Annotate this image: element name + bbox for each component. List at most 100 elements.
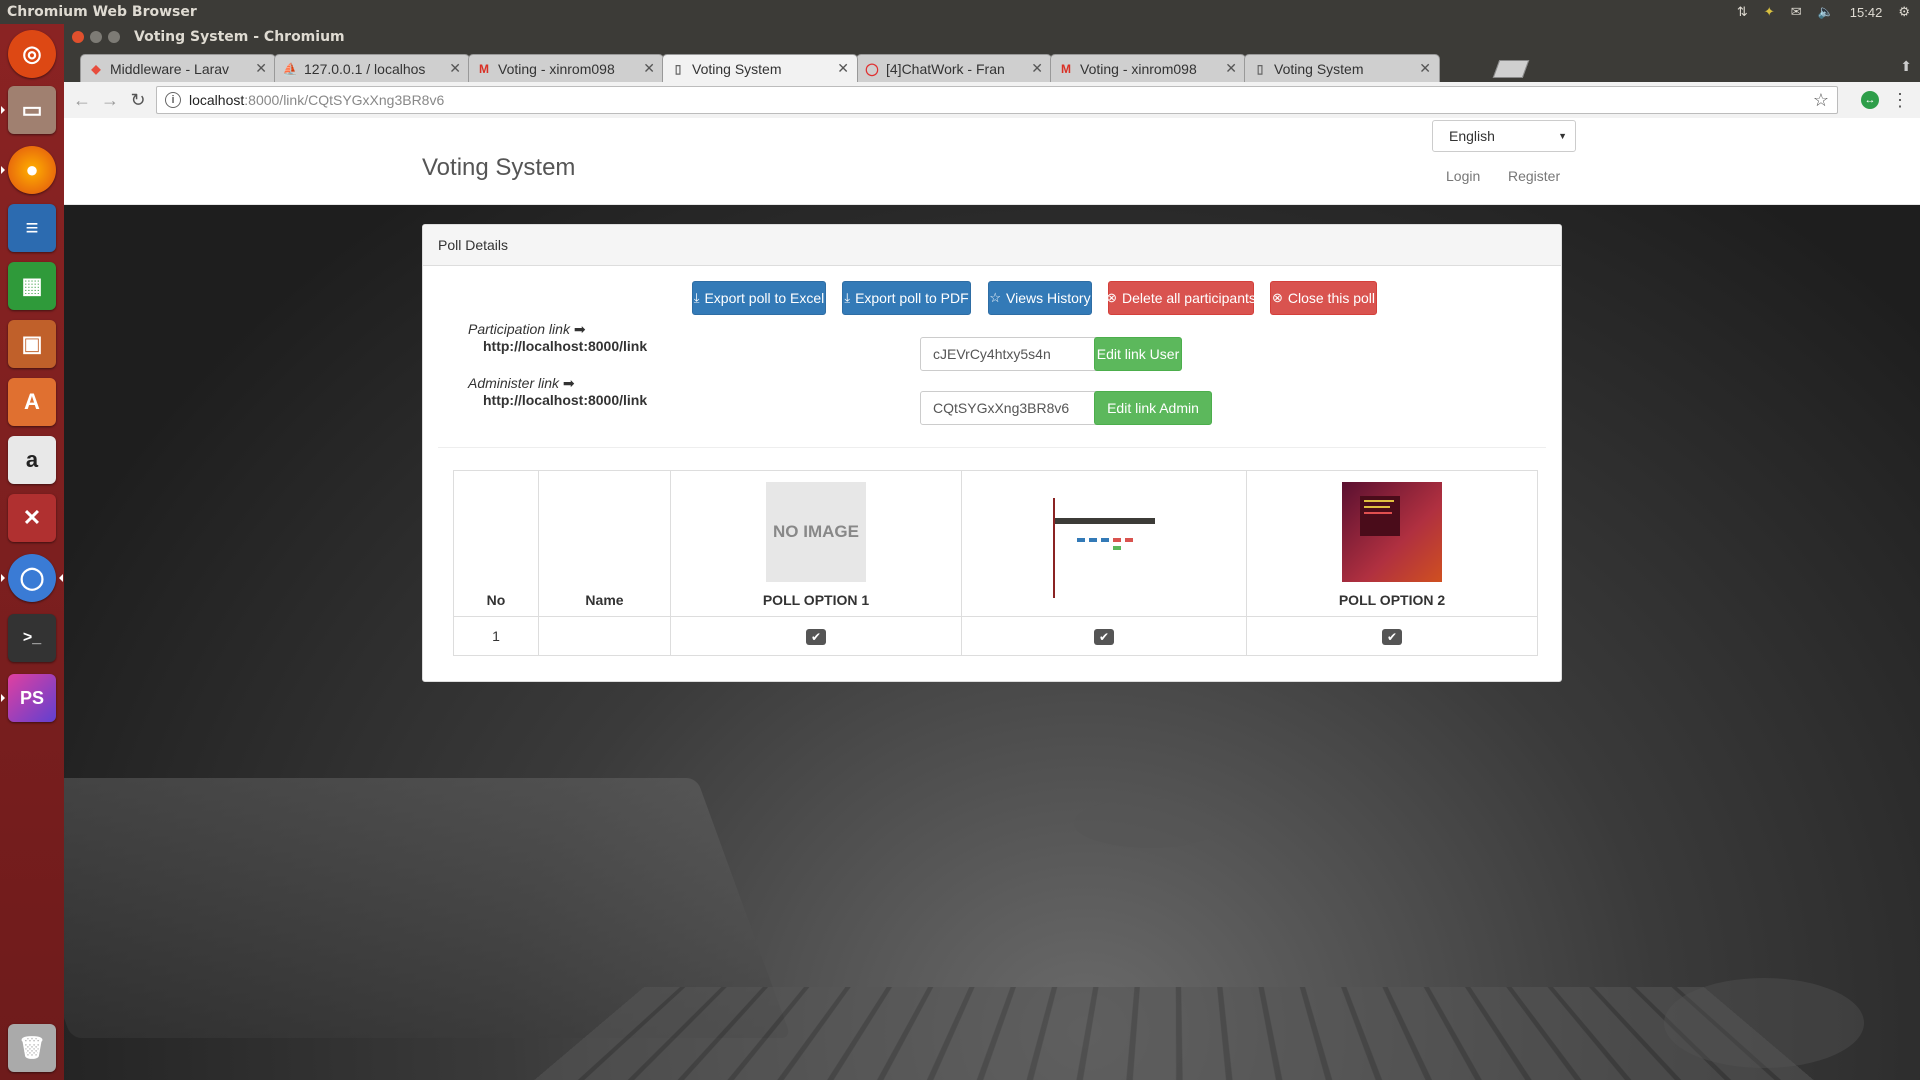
chromium-icon[interactable]: ◯: [1, 554, 63, 602]
amazon-icon[interactable]: a: [8, 436, 56, 484]
trash-icon[interactable]: 🗑: [8, 1024, 56, 1072]
active-app-name: Chromium Web Browser: [7, 4, 197, 20]
divider: [438, 447, 1546, 448]
close-tab-icon[interactable]: ✕: [255, 60, 267, 77]
check-icon: ✔: [1094, 628, 1114, 645]
chatwork-icon: ◯: [865, 61, 879, 76]
language-select[interactable]: English ▼: [1432, 120, 1576, 152]
option-label: POLL OPTION 2: [1338, 592, 1446, 608]
tab-label: Voting System: [692, 60, 782, 77]
tab[interactable]: ▯ Voting System ✕: [1244, 54, 1440, 82]
firefox-icon[interactable]: ●: [1, 146, 56, 194]
administer-link-url: http://localhost:8000/link: [483, 392, 648, 408]
edit-link-admin-button[interactable]: Edit link Admin: [1094, 391, 1212, 425]
status-indicator-icon[interactable]: ✦: [1764, 4, 1775, 20]
button-label: Delete all participants: [1122, 290, 1256, 306]
forward-arrow-icon[interactable]: →: [98, 88, 122, 112]
administer-link-label: Administer link ➡: [468, 375, 575, 391]
tab[interactable]: M Voting - xinrom098 ✕: [1050, 54, 1246, 82]
ubuntu-dash-icon[interactable]: ◎: [8, 30, 56, 78]
software-center-icon[interactable]: A: [8, 378, 56, 426]
button-label: Edit link User: [1096, 346, 1180, 362]
cell-no: 1: [453, 616, 539, 656]
info-icon[interactable]: i: [165, 92, 181, 108]
system-tray: ⇅ ✦ ✉ 🔈 15:42 ⚙: [1737, 4, 1920, 20]
maximize-window-button[interactable]: [108, 31, 120, 43]
close-tab-icon[interactable]: ✕: [1419, 60, 1431, 77]
site-brand[interactable]: Voting System: [422, 154, 575, 182]
close-tab-icon[interactable]: ✕: [1225, 60, 1237, 77]
cell-name: [538, 616, 671, 656]
remove-circle-icon: ⊗: [1106, 290, 1118, 305]
cell-vote: ✔: [961, 616, 1247, 656]
tab[interactable]: M Voting - xinrom098 ✕: [468, 54, 664, 82]
network-icon[interactable]: ⇅: [1737, 4, 1748, 20]
minimize-window-button[interactable]: [90, 31, 102, 43]
button-label: Views History: [1006, 290, 1091, 306]
site-navbar: Voting System English ▼ Login Register: [64, 118, 1920, 205]
window-title: Voting System - Chromium: [134, 29, 345, 45]
writer-icon[interactable]: ≡: [8, 204, 56, 252]
edit-link-user-button[interactable]: Edit link User: [1094, 337, 1182, 371]
phpmyadmin-icon: ⛵: [282, 61, 298, 76]
close-window-button[interactable]: [72, 31, 84, 43]
profile-icon[interactable]: ⬆: [1900, 58, 1912, 75]
calc-icon[interactable]: ▦: [8, 262, 56, 310]
terminal-icon[interactable]: >_: [8, 614, 56, 662]
arrow-right-icon: ➡: [573, 321, 586, 337]
button-label: Export poll to PDF: [855, 290, 969, 306]
input-value: CQtSYGxXng3BR8v6: [933, 400, 1070, 416]
close-tab-icon[interactable]: ✕: [449, 60, 461, 77]
arrow-right-icon: ➡: [562, 375, 575, 391]
table-row: 1 ✔ ✔ ✔: [453, 616, 1538, 656]
close-poll-button[interactable]: ⊗ Close this poll: [1270, 281, 1377, 315]
extension-icon[interactable]: ↔: [1860, 90, 1880, 110]
export-pdf-button[interactable]: ⤓ Export poll to PDF: [842, 281, 971, 315]
participation-link-label: Participation link ➡: [468, 321, 586, 337]
register-link[interactable]: Register: [1508, 168, 1560, 184]
views-history-button[interactable]: ☆ Views History: [988, 281, 1092, 315]
system-settings-icon[interactable]: ✕: [8, 494, 56, 542]
volume-icon[interactable]: 🔈: [1818, 4, 1834, 20]
address-bar[interactable]: i localhost:8000/link/CQtSYGxXng3BR8v6 ☆: [156, 86, 1838, 114]
close-tab-icon[interactable]: ✕: [1031, 60, 1043, 77]
remove-circle-icon: ⊗: [1271, 290, 1283, 305]
header-option-screenshot: [961, 470, 1247, 617]
login-link[interactable]: Login: [1446, 168, 1480, 184]
cell-vote: ✔: [1246, 616, 1538, 656]
close-tab-icon[interactable]: ✕: [643, 60, 655, 77]
delete-participants-button[interactable]: ⊗ Delete all participants: [1106, 281, 1256, 315]
tab-strip: ◆ Middleware - Larav ✕ ⛵ 127.0.0.1 / loc…: [64, 50, 1920, 82]
settings-gear-icon[interactable]: ⚙: [1898, 4, 1910, 20]
mail-icon[interactable]: ✉: [1791, 4, 1802, 20]
close-tab-icon[interactable]: ✕: [837, 60, 849, 77]
terminal-thumbnail: [1342, 482, 1442, 582]
impress-icon[interactable]: ▣: [8, 320, 56, 368]
tab[interactable]: ◆ Middleware - Larav ✕: [80, 54, 276, 82]
back-arrow-icon[interactable]: ←: [70, 88, 94, 112]
phpstorm-icon[interactable]: PS: [1, 674, 56, 722]
tab[interactable]: ⛵ 127.0.0.1 / localhos ✕: [274, 54, 470, 82]
tab-label: Voting - xinrom098: [1080, 60, 1197, 77]
gmail-icon: M: [479, 61, 489, 76]
tab-active[interactable]: ▯ Voting System ✕: [662, 54, 858, 82]
menu-icon[interactable]: ⋮: [1890, 90, 1910, 110]
url-host: localhost: [189, 92, 245, 108]
files-icon[interactable]: ▭: [1, 86, 56, 134]
panel-title: Poll Details: [438, 237, 509, 253]
bookmark-star-icon[interactable]: ☆: [1813, 90, 1829, 111]
participation-link-url: http://localhost:8000/link: [483, 338, 648, 354]
new-tab-button[interactable]: [1492, 60, 1530, 78]
download-icon: ⤓: [844, 290, 851, 305]
tab-label: Middleware - Larav: [110, 60, 230, 77]
export-excel-button[interactable]: ⤓ Export poll to Excel: [692, 281, 826, 315]
screenshot-thumbnail: [1053, 498, 1155, 598]
header-name: Name: [538, 470, 671, 617]
tab[interactable]: ◯ [4]ChatWork - Fran ✕: [856, 54, 1052, 82]
reload-icon[interactable]: ↻: [126, 88, 150, 112]
clock[interactable]: 15:42: [1850, 5, 1883, 20]
header-option2: POLL OPTION 2: [1246, 470, 1538, 617]
header-no: No: [453, 470, 539, 617]
header-option1: NO IMAGE POLL OPTION 1: [670, 470, 962, 617]
language-selected: English: [1449, 128, 1495, 144]
